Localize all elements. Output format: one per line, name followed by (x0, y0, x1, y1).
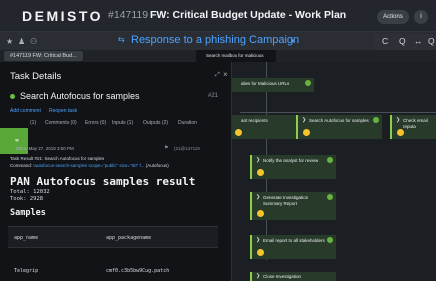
tab-comments[interactable]: Comments (0) (45, 120, 77, 126)
tab-inputs[interactable]: Inputs (1) (112, 120, 133, 126)
done-check-icon (327, 237, 333, 243)
task-node[interactable]: alies for Malicious URLs (228, 78, 314, 92)
search-icon[interactable]: Q (428, 36, 435, 46)
arrow-icon: ❯ (256, 157, 261, 163)
task-number: #21 (208, 93, 219, 99)
task-node-label: ant recipients (241, 118, 268, 123)
expand-icon[interactable]: ⤢ (215, 72, 220, 79)
column-header: app_packagename (106, 235, 152, 241)
command-suffix: (Autofocus) (145, 163, 169, 168)
badge-icon (257, 210, 264, 217)
task-node-label: alies for Malicious URLs (241, 81, 290, 86)
user-icon[interactable]: ♟ (18, 37, 25, 46)
arrow-icon: ❯ (302, 117, 307, 123)
tab-errors[interactable]: Errors (0) (85, 120, 106, 126)
chevron-down-icon[interactable]: ▾ (291, 37, 295, 45)
info-button[interactable]: i (414, 10, 428, 24)
table-cell: Telegrip (14, 268, 39, 274)
playbook-icon: ⇆ (118, 35, 125, 44)
task-result-line: Task Result #21: Search Autofocus for sa… (10, 156, 105, 161)
task-name: Search Autofocus for samples (20, 91, 140, 101)
incident-tab[interactable]: #147119 FW: Critical Bud... (4, 51, 83, 61)
arrow-icon: ❯ (256, 273, 261, 279)
task-node[interactable]: ❯ Search Autofocus for samples (296, 115, 382, 139)
table-cell: cmf0.c3b5bw9Cug.patch (106, 268, 170, 274)
done-check-icon (373, 117, 379, 123)
task-node[interactable]: ❯ Check email reputa (390, 115, 436, 139)
done-check-icon (305, 80, 311, 86)
arrow-icon: ❯ (256, 194, 261, 200)
people-icon[interactable]: ⚇ (30, 37, 37, 46)
done-check-icon (327, 157, 333, 163)
task-node-label: Notify the analyst for review (263, 158, 319, 163)
close-icon[interactable]: × (223, 70, 228, 79)
task-node[interactable]: ❯ Email report to all stakeholders (250, 235, 336, 259)
task-node-label: Close Investigation (263, 274, 302, 279)
incident-id: #147119 (108, 9, 149, 21)
task-node[interactable]: ❯ Generate Investigation Summary Report (250, 192, 336, 220)
badge-icon (257, 249, 264, 256)
fit-icon[interactable]: ↔ (414, 36, 423, 46)
tab-outputs[interactable]: Outputs (2) (143, 120, 168, 126)
status-dot-icon (10, 94, 15, 99)
app-logo: DEMISTO (22, 8, 104, 24)
task-node-label: Email report to all stakeholders (263, 238, 325, 243)
panel-title: Task Details (10, 71, 62, 82)
collapse-button[interactable]: C (382, 36, 388, 46)
playbook-name[interactable]: Response to a phishing Campaign (131, 34, 299, 46)
task-node-label: Check email reputa (403, 118, 428, 129)
samples-heading: Samples (10, 208, 46, 218)
link-icon: ⚭ (14, 138, 20, 145)
command-prefix: Command: (10, 163, 33, 168)
star-icon[interactable]: ★ (6, 37, 13, 46)
task-node[interactable]: ❯ Notify the analyst for review (250, 155, 336, 179)
add-comment-link[interactable]: Add comment (10, 108, 41, 114)
task-node[interactable]: ❯ Close Investigation (250, 272, 336, 281)
connector (240, 112, 436, 113)
took-time: Took: 2928 (10, 196, 44, 202)
badge-icon (257, 169, 264, 176)
tab-result[interactable]: (1) (30, 120, 36, 126)
entry-date: DBot, May 27, 2019 3:50 PM (16, 146, 74, 151)
column-header: app_name (14, 235, 39, 241)
zoom-icon[interactable]: Q (399, 36, 406, 46)
badge-icon (303, 129, 310, 136)
arrow-icon: ❯ (256, 237, 261, 243)
incident-title: FW: Critical Budget Update - Work Plan (150, 9, 347, 21)
badge-icon (235, 129, 242, 136)
arrow-icon: ❯ (396, 117, 401, 123)
flag-icon[interactable]: ⚑ (164, 145, 168, 151)
task-node-label: Search Autofocus for samples (309, 118, 369, 123)
tab-duration[interactable]: Duration (178, 120, 197, 126)
reopen-task-link[interactable]: Reopen task (49, 108, 77, 114)
done-check-icon (327, 194, 333, 200)
total-count: Total: 12032 (10, 189, 50, 195)
result-title: PAN Autofocus samples result (10, 175, 196, 188)
entry-reference: (21@147119 (174, 146, 200, 151)
command-line: Command: !autofocus-search-samples scope… (10, 163, 169, 168)
actions-button[interactable]: Actions (377, 10, 409, 24)
command-value: !autofocus-search-samples scope="public"… (33, 163, 145, 168)
node-tooltip: Search mailbox for malicious URLs (196, 50, 276, 70)
task-node-label: Generate Investigation Summary Report (263, 195, 309, 206)
badge-icon (397, 129, 404, 136)
